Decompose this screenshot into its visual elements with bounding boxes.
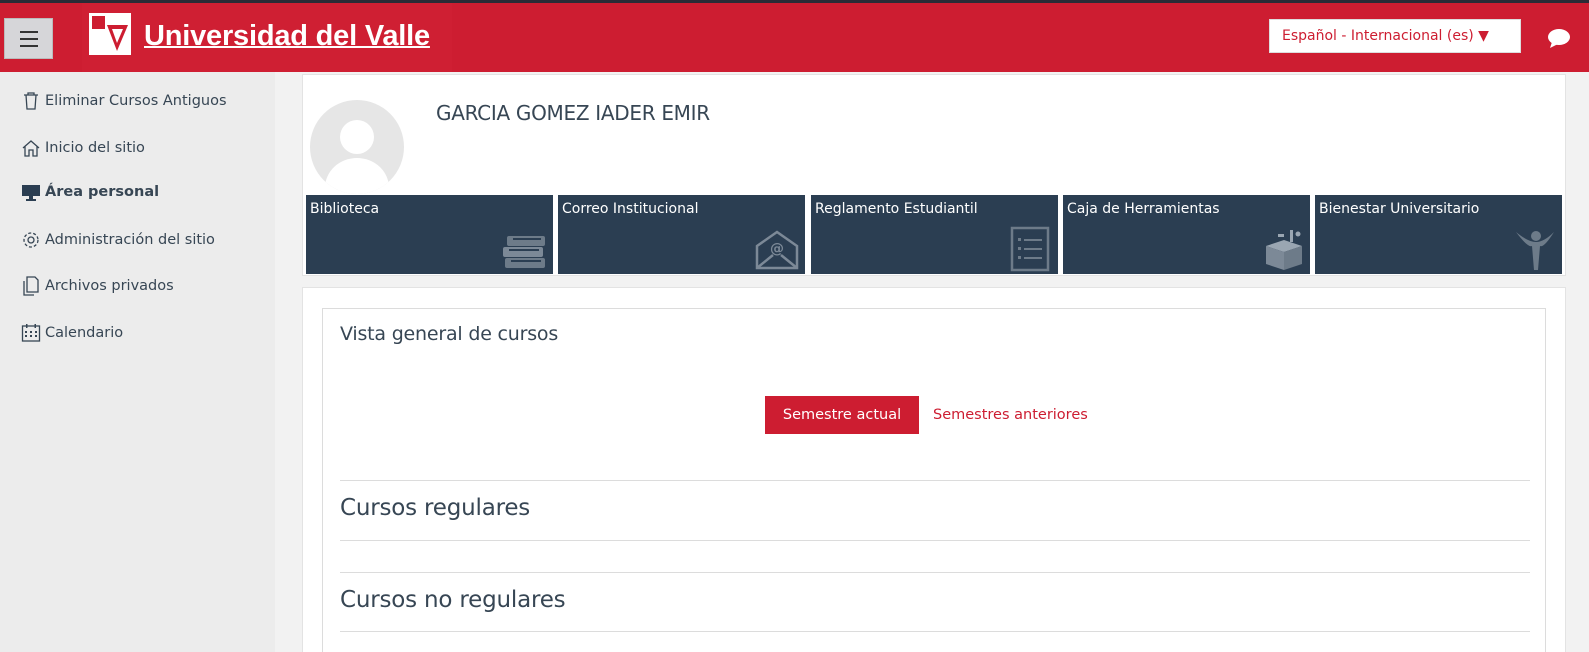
- block-title: Vista general de cursos: [340, 323, 559, 345]
- univalle-logo-icon: [89, 13, 131, 55]
- sidebar-item-area-personal[interactable]: Área personal: [20, 177, 159, 207]
- tile-caja-herramientas[interactable]: Caja de Herramientas: [1063, 195, 1310, 274]
- files-icon: [20, 275, 42, 297]
- mail-icon: @: [755, 230, 799, 270]
- tab-semestres-anteriores[interactable]: Semestres anteriores: [933, 396, 1088, 434]
- brand-name[interactable]: Universidad del Valle: [144, 20, 430, 53]
- sidebar-item-label: Calendario: [45, 325, 124, 341]
- sidebar-item-label: Eliminar Cursos Antiguos: [45, 93, 227, 109]
- tile-label: Bienestar Universitario: [1319, 201, 1480, 217]
- sidebar-nav: Eliminar Cursos Antiguos Inicio del siti…: [0, 72, 275, 652]
- sidebar-item-label: Área personal: [45, 184, 160, 200]
- tile-label: Biblioteca: [310, 201, 380, 217]
- hamburger-line: [20, 45, 38, 47]
- sidebar-item-calendario[interactable]: Calendario: [20, 318, 123, 348]
- menu-toggle-button[interactable]: [4, 18, 53, 59]
- section-title-no-regulares: Cursos no regulares: [340, 587, 566, 613]
- divider: [340, 631, 1530, 632]
- svg-text:@: @: [770, 241, 784, 257]
- top-navbar: Universidad del Valle Español - Internac…: [0, 0, 1589, 72]
- toolbox-icon: [1266, 230, 1302, 270]
- sidebar-item-eliminar-cursos[interactable]: Eliminar Cursos Antiguos: [20, 86, 227, 116]
- books-icon: [503, 236, 545, 268]
- sidebar-item-label: Archivos privados: [45, 278, 174, 294]
- divider: [340, 572, 1530, 573]
- desktop-icon: [20, 181, 42, 203]
- language-selector[interactable]: Español - Internacional (es) ▼: [1269, 19, 1521, 53]
- tab-semestre-actual[interactable]: Semestre actual: [765, 396, 919, 434]
- gear-icon: [20, 229, 42, 251]
- calendar-icon: [20, 322, 42, 344]
- avatar[interactable]: [310, 100, 404, 194]
- sidebar-item-inicio[interactable]: Inicio del sitio: [20, 133, 145, 163]
- list-icon: [1010, 226, 1050, 272]
- divider: [340, 480, 1530, 481]
- tile-label: Caja de Herramientas: [1067, 201, 1220, 217]
- hamburger-line: [20, 38, 38, 40]
- divider: [340, 540, 1530, 541]
- section-title-regulares: Cursos regulares: [340, 495, 531, 521]
- trash-icon: [20, 90, 42, 112]
- sidebar-item-label: Administración del sitio: [45, 232, 215, 248]
- hamburger-line: [20, 31, 38, 33]
- sidebar-item-archivos-privados[interactable]: Archivos privados: [20, 271, 174, 301]
- tile-correo[interactable]: Correo Institucional @: [558, 195, 805, 274]
- tile-reglamento[interactable]: Reglamento Estudiantil: [811, 195, 1058, 274]
- tile-biblioteca[interactable]: Biblioteca: [306, 195, 553, 274]
- profile-header-card: GARCIA GOMEZ IADER EMIR Biblioteca Corre…: [302, 74, 1566, 276]
- user-silhouette-icon: [325, 120, 389, 194]
- chat-icon[interactable]: [1546, 27, 1576, 49]
- tile-label: Reglamento Estudiantil: [815, 201, 978, 217]
- sidebar-item-administracion[interactable]: Administración del sitio: [20, 225, 215, 255]
- tile-label: Correo Institucional: [562, 201, 699, 217]
- person-icon: [1516, 231, 1554, 270]
- sidebar-item-label: Inicio del sitio: [45, 140, 145, 156]
- brand-link[interactable]: Universidad del Valle: [82, 3, 452, 72]
- tile-bienestar[interactable]: Bienestar Universitario: [1315, 195, 1562, 274]
- home-icon: [20, 137, 42, 159]
- course-overview-block: Vista general de cursos Semestre actual …: [322, 308, 1546, 652]
- profile-name: GARCIA GOMEZ IADER EMIR: [436, 101, 710, 125]
